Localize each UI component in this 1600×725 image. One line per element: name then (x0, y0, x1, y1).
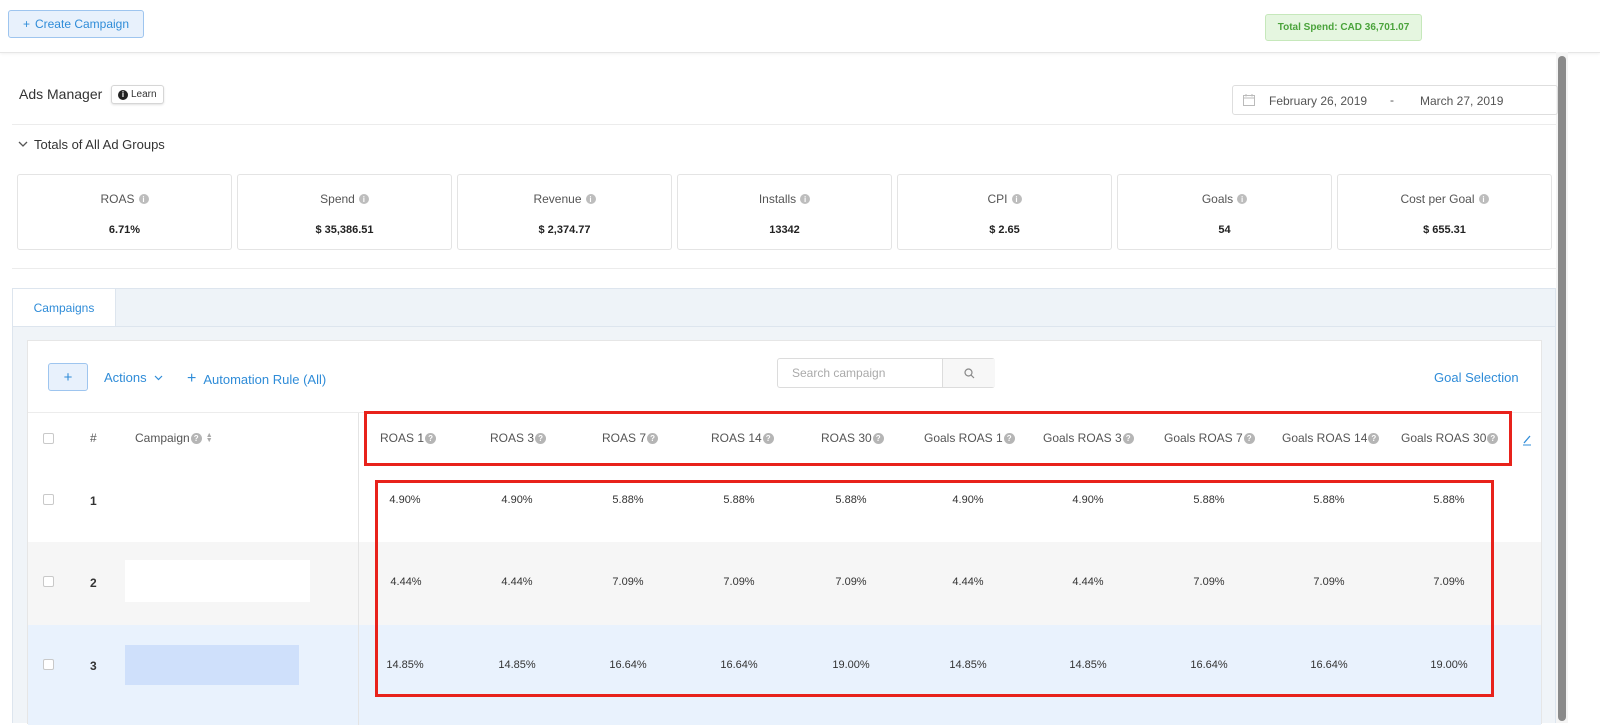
info-icon[interactable]: i (138, 194, 149, 204)
automation-rule-button[interactable]: + Automation Rule (All) (187, 370, 326, 388)
tab-campaigns[interactable]: Campaigns (13, 289, 116, 326)
row-checkbox[interactable] (43, 659, 54, 670)
metric-value: $ 655.31 (1423, 224, 1466, 236)
date-range-picker[interactable]: February 26, 2019 - March 27, 2019 (1232, 85, 1558, 115)
totals-label: Totals of All Ad Groups (34, 137, 165, 152)
date-separator: - (1390, 93, 1394, 107)
learn-label: Learn (131, 89, 157, 100)
chevron-down-icon (154, 375, 163, 380)
row-checkbox[interactable] (43, 494, 54, 505)
campaign-name-redacted[interactable] (125, 645, 299, 685)
search-box (777, 358, 995, 388)
metric-card-goals: Goals i 54 (1117, 174, 1332, 250)
metric-card-revenue: Revenue i $ 2,374.77 (457, 174, 672, 250)
scrollbar-thumb[interactable] (1558, 56, 1566, 721)
info-icon: i (118, 89, 128, 100)
totals-toggle[interactable]: Totals of All Ad Groups (18, 137, 165, 152)
metric-value: 54 (1218, 224, 1231, 236)
info-icon[interactable]: i (800, 194, 811, 204)
totals-metrics: ROAS i 6.71% Spend i $ 35,386.51 Revenue i … (17, 174, 1552, 250)
frozen-column-divider (358, 413, 359, 725)
metric-value: $ 35,386.51 (315, 224, 374, 236)
plus-icon: + (187, 370, 197, 387)
highlight-box-values (375, 480, 1494, 697)
add-campaign-button[interactable]: + (48, 363, 88, 391)
metric-card-spend: Spend i $ 35,386.51 (237, 174, 452, 250)
edit-columns-icon[interactable] (1522, 433, 1532, 451)
metric-label: Spend (320, 192, 355, 206)
row-number: 1 (90, 494, 97, 508)
divider (12, 268, 1556, 269)
actions-dropdown[interactable]: Actions (104, 370, 163, 385)
metric-label: ROAS (100, 192, 135, 206)
metric-card-cost-per-goal: Cost per Goal i $ 655.31 (1337, 174, 1552, 250)
highlight-box-headers (364, 411, 1512, 466)
row-number: 2 (90, 576, 97, 590)
metric-label: Cost per Goal (1400, 192, 1475, 206)
metric-value: $ 2,374.77 (538, 224, 591, 236)
metric-card-installs: Installs i 13342 (677, 174, 892, 250)
page-title: Ads Manager (19, 86, 103, 102)
campaign-name-redacted[interactable] (125, 560, 310, 602)
plus-icon: + (22, 17, 30, 31)
date-to[interactable]: March 27, 2019 (1420, 94, 1503, 108)
header-campaign[interactable]: Campaign ? ▲ ▼ (135, 431, 213, 445)
help-icon[interactable]: ? (190, 432, 202, 444)
row-checkbox[interactable] (43, 576, 54, 587)
calendar-icon (1243, 94, 1255, 109)
row-number: 3 (90, 659, 97, 673)
create-campaign-label: Create Campaign (34, 17, 130, 31)
vertical-scrollbar[interactable] (1556, 52, 1568, 723)
search-input[interactable] (778, 359, 942, 387)
automation-rule-label: Automation Rule (All) (203, 371, 327, 387)
info-icon[interactable]: i (1478, 194, 1489, 204)
tab-bar: Campaigns (13, 289, 1555, 327)
search-button[interactable] (942, 359, 995, 387)
metric-value: 13342 (769, 224, 800, 236)
plus-icon: + (63, 368, 73, 386)
actions-label: Actions (104, 370, 147, 385)
learn-button[interactable]: i Learn (111, 85, 164, 104)
create-campaign-button[interactable]: + Create Campaign (8, 10, 144, 38)
metric-value: $ 2.65 (989, 224, 1020, 236)
metric-card-cpi: CPI i $ 2.65 (897, 174, 1112, 250)
date-from[interactable]: February 26, 2019 (1269, 94, 1367, 108)
sort-icon[interactable]: ▲ ▼ (206, 432, 213, 444)
info-icon[interactable]: i (585, 194, 596, 204)
metric-label: Goals (1201, 192, 1234, 206)
goal-selection-link[interactable]: Goal Selection (1434, 370, 1519, 385)
campaign-header-label: Campaign (135, 431, 190, 445)
divider (12, 124, 1556, 125)
header-num: # (90, 431, 97, 445)
info-icon[interactable]: i (1237, 194, 1248, 204)
top-bar: + Create Campaign Total Spend: CAD 36,70… (0, 0, 1600, 53)
metric-value: 6.71% (108, 224, 141, 236)
search-icon (963, 367, 974, 378)
metric-card-roas: ROAS i 6.71% (17, 174, 232, 250)
info-icon[interactable]: i (1011, 194, 1022, 204)
metric-label: Installs (758, 192, 797, 206)
chevron-down-icon (18, 141, 28, 147)
select-all-checkbox[interactable] (43, 433, 54, 444)
metric-label: CPI (987, 192, 1008, 206)
info-icon[interactable]: i (358, 194, 369, 204)
metric-label: Revenue (533, 192, 582, 206)
total-spend-badge: Total Spend: CAD 36,701.07 (1265, 14, 1422, 41)
